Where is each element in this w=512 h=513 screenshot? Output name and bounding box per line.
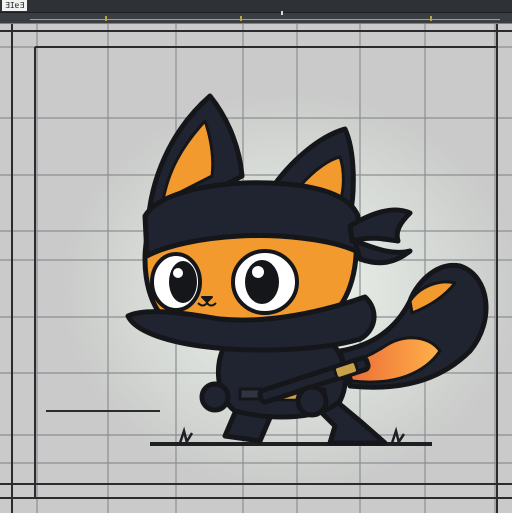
- canvas-svg: [0, 24, 512, 513]
- playhead-marker[interactable]: [281, 11, 283, 15]
- ruler-tick[interactable]: [105, 16, 107, 21]
- timeline-ruler[interactable]: [0, 11, 512, 23]
- editor-canvas[interactable]: [0, 23, 512, 513]
- ruler-tick[interactable]: [240, 16, 242, 21]
- app-title: ƎIɐƎ: [2, 0, 28, 11]
- ruler-tick[interactable]: [430, 16, 432, 21]
